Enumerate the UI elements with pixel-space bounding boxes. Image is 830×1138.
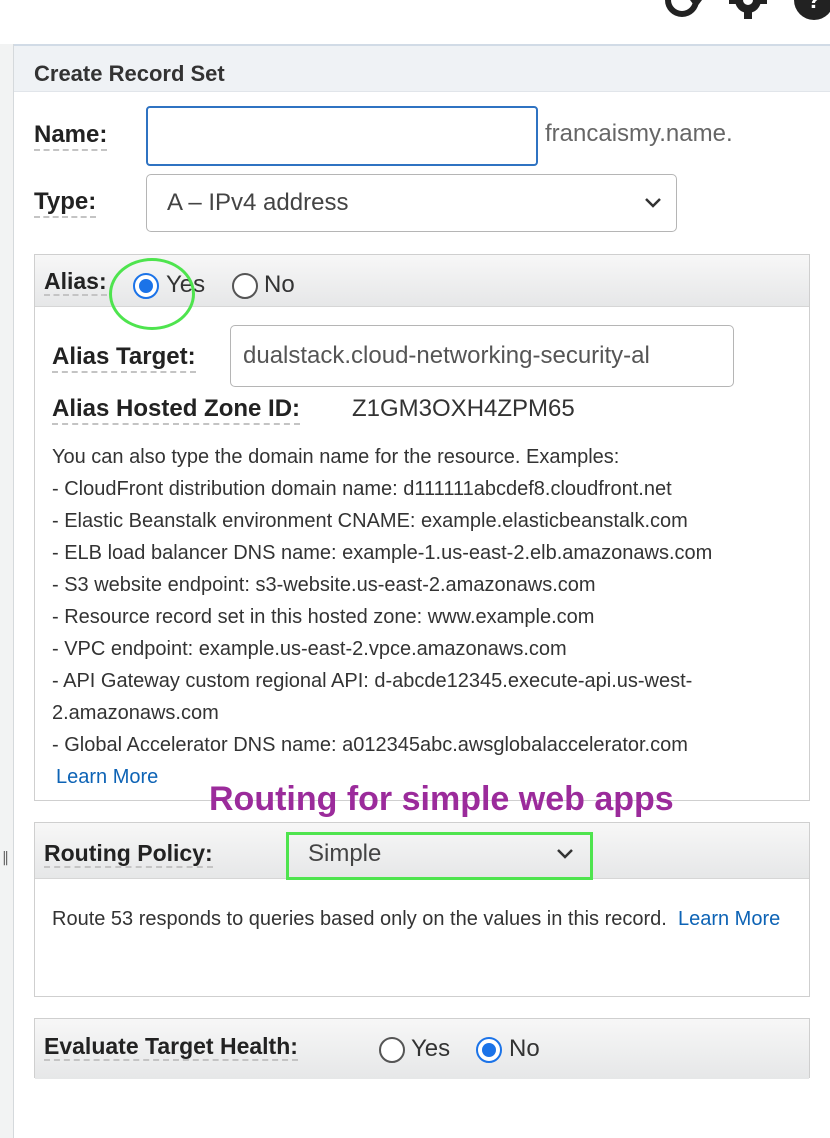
routing-policy-label: Routing Policy: xyxy=(44,840,213,869)
panel-title: Create Record Set xyxy=(34,61,225,86)
help-item: - Elastic Beanstalk environment CNAME: e… xyxy=(52,510,688,532)
alias-section-header: Alias: Yes No xyxy=(35,255,809,307)
routing-policy-section: Routing Policy: Simple Route 53 responds… xyxy=(34,822,810,997)
evaluate-health-header: Evaluate Target Health: Yes No xyxy=(35,1019,809,1079)
help-item: - ELB load balancer DNS name: example-1.… xyxy=(52,542,713,564)
name-label: Name: xyxy=(34,121,108,151)
alias-hosted-zone-value: Z1GM3OXH4ZPM65 xyxy=(352,395,575,422)
panel-header: Create Record Set xyxy=(14,46,830,92)
type-select[interactable]: A – IPv4 address xyxy=(146,174,677,232)
panel-splitter[interactable]: ‖ xyxy=(0,44,14,1138)
alias-label: Alias: xyxy=(44,268,107,297)
type-select-value: A – IPv4 address xyxy=(167,189,349,216)
alias-target-input[interactable] xyxy=(230,325,734,387)
gear-icon[interactable] xyxy=(726,0,770,22)
splitter-grip-icon[interactable]: ‖ xyxy=(2,850,9,866)
help-icon[interactable]: ? xyxy=(792,0,830,22)
chevron-down-icon xyxy=(557,849,573,859)
alias-section: Alias: Yes No Alias Target: Alias Hosted… xyxy=(34,254,810,801)
help-item: - Resource record set in this hosted zon… xyxy=(52,606,595,628)
alias-hosted-zone-label: Alias Hosted Zone ID: xyxy=(52,395,301,425)
svg-text:?: ? xyxy=(807,0,822,14)
health-yes-radio[interactable] xyxy=(379,1037,405,1063)
help-item: 2.amazonaws.com xyxy=(52,702,219,724)
health-no-radio[interactable] xyxy=(476,1037,502,1063)
type-label: Type: xyxy=(34,188,97,218)
help-item: - CloudFront distribution domain name: d… xyxy=(52,478,672,500)
help-item: - S3 website endpoint: s3-website.us-eas… xyxy=(52,574,596,596)
alias-yes-radio[interactable] xyxy=(133,273,159,299)
chevron-down-icon xyxy=(645,198,661,208)
alias-learn-more-link[interactable]: Learn More xyxy=(56,766,158,788)
help-item: - VPC endpoint: example.us-east-2.vpce.a… xyxy=(52,638,567,660)
routing-annotation: Routing for simple web apps xyxy=(209,780,674,818)
evaluate-health-label: Evaluate Target Health: xyxy=(44,1033,298,1062)
help-item: - API Gateway custom regional API: d-abc… xyxy=(52,670,693,692)
help-intro: You can also type the domain name for th… xyxy=(52,446,620,468)
help-item: - Global Accelerator DNS name: a012345ab… xyxy=(52,734,688,756)
alias-no-label[interactable]: No xyxy=(264,271,295,299)
health-yes-label[interactable]: Yes xyxy=(411,1035,450,1063)
routing-policy-header: Routing Policy: Simple xyxy=(35,823,809,879)
alias-help-text: You can also type the domain name for th… xyxy=(52,441,712,793)
alias-target-label: Alias Target: xyxy=(52,343,196,373)
health-no-label[interactable]: No xyxy=(509,1035,540,1063)
toolbar: ? xyxy=(660,0,830,22)
routing-learn-more-link[interactable]: Learn More xyxy=(678,908,780,930)
routing-description-text: Route 53 responds to queries based only … xyxy=(52,908,667,930)
name-input[interactable] xyxy=(146,106,538,166)
alias-no-radio[interactable] xyxy=(232,273,258,299)
routing-policy-select[interactable]: Simple xyxy=(288,833,588,875)
evaluate-health-section: Evaluate Target Health: Yes No xyxy=(34,1018,810,1079)
domain-suffix: francaismy.name. xyxy=(545,120,733,147)
create-record-set-panel: Create Record Set Name: francaismy.name.… xyxy=(14,44,830,1138)
routing-policy-value: Simple xyxy=(308,840,382,867)
alias-yes-label[interactable]: Yes xyxy=(166,271,205,299)
routing-description: Route 53 responds to queries based only … xyxy=(52,903,812,935)
refresh-icon[interactable] xyxy=(660,0,704,22)
